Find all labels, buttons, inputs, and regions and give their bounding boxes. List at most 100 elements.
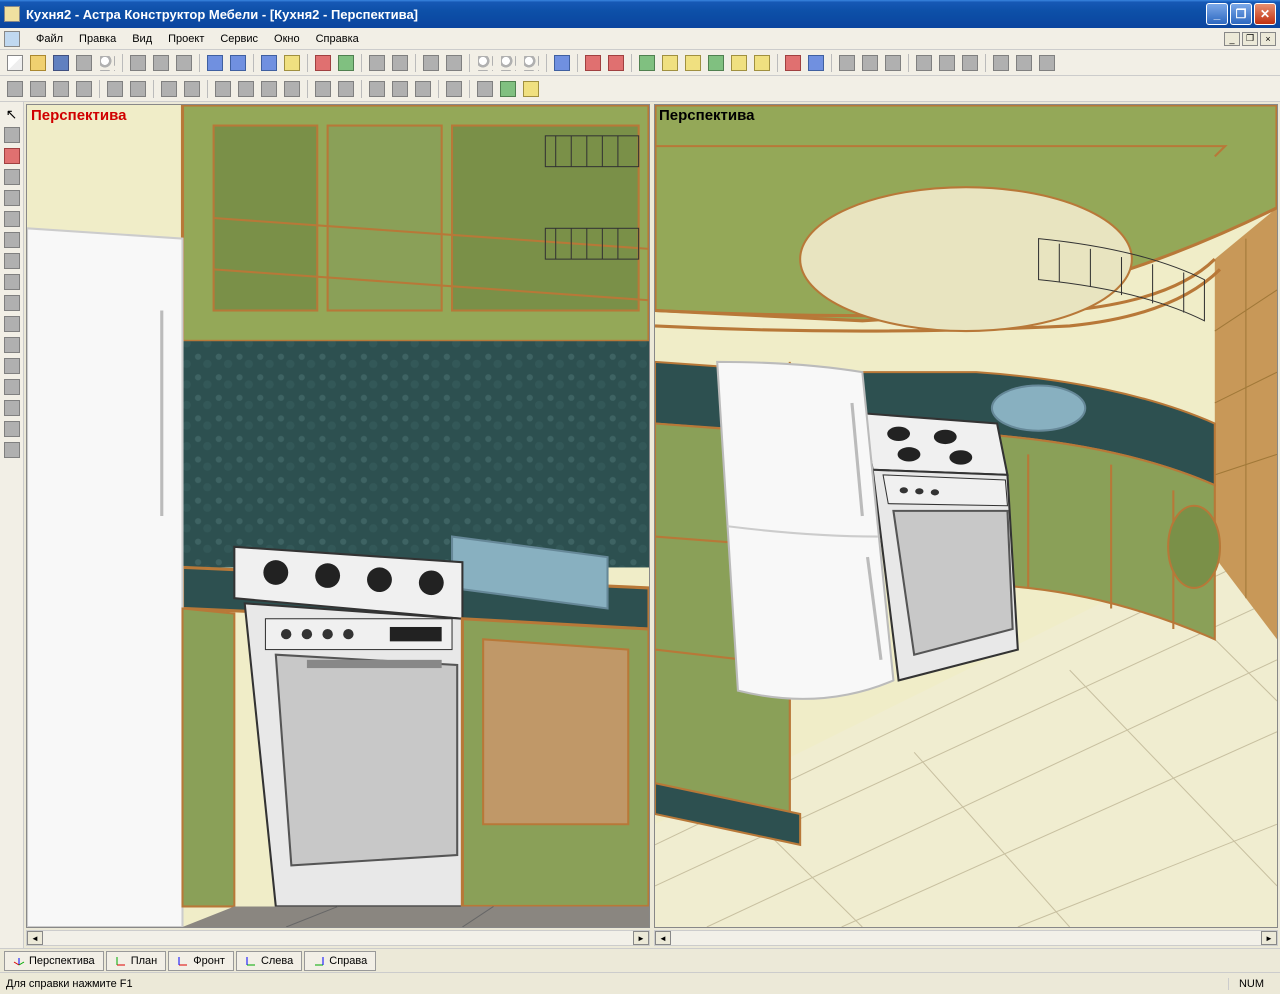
vtool-14[interactable]	[2, 377, 22, 397]
tool-button-17[interactable]	[751, 52, 773, 74]
vtool-2[interactable]	[2, 125, 22, 145]
tool-button-5[interactable]	[366, 52, 388, 74]
vtool-13[interactable]	[2, 356, 22, 376]
edit-tool-12[interactable]	[281, 78, 303, 100]
mdi-minimize-button[interactable]: _	[1224, 32, 1240, 46]
paste-button[interactable]	[173, 52, 195, 74]
tool-button-10[interactable]	[582, 52, 604, 74]
layout-button-5[interactable]	[936, 52, 958, 74]
layout-button-6[interactable]	[959, 52, 981, 74]
vtool-4[interactable]	[2, 167, 22, 187]
tool-button-8[interactable]	[443, 52, 465, 74]
tab-left[interactable]: Слева	[236, 951, 302, 971]
mdi-restore-button[interactable]: ❐	[1242, 32, 1258, 46]
document-icon[interactable]	[4, 31, 20, 47]
open-button[interactable]	[27, 52, 49, 74]
vtool-5[interactable]	[2, 188, 22, 208]
maximize-button[interactable]: ❐	[1230, 3, 1252, 25]
zoom-fit-button[interactable]	[520, 52, 542, 74]
viewport-left[interactable]: Перспектива	[26, 104, 650, 928]
vtool-7[interactable]	[2, 230, 22, 250]
new-button[interactable]	[4, 52, 26, 74]
tool-button-2[interactable]	[281, 52, 303, 74]
viewport-right[interactable]: Перспектива	[654, 104, 1278, 928]
vtool-9[interactable]	[2, 272, 22, 292]
layout-button-8[interactable]	[1013, 52, 1035, 74]
tool-button-16[interactable]	[728, 52, 750, 74]
menu-file[interactable]: Файл	[28, 30, 71, 48]
layout-button-3[interactable]	[882, 52, 904, 74]
cut-button[interactable]	[127, 52, 149, 74]
menu-window[interactable]: Окно	[266, 30, 308, 48]
vtool-15[interactable]	[2, 398, 22, 418]
tab-front[interactable]: Фронт	[168, 951, 234, 971]
tab-plan[interactable]: План	[106, 951, 167, 971]
save-button[interactable]	[50, 52, 72, 74]
redo-button[interactable]	[227, 52, 249, 74]
edit-tool-6[interactable]	[127, 78, 149, 100]
tool-button-18[interactable]	[782, 52, 804, 74]
undo-button[interactable]	[204, 52, 226, 74]
layout-button-7[interactable]	[990, 52, 1012, 74]
menu-edit[interactable]: Правка	[71, 30, 124, 48]
preview-button[interactable]	[96, 52, 118, 74]
scroll-right-button[interactable]: ►	[633, 931, 649, 945]
render-tool-1[interactable]	[366, 78, 388, 100]
layout-button-4[interactable]	[913, 52, 935, 74]
tool-button-7[interactable]	[420, 52, 442, 74]
tab-right[interactable]: Справа	[304, 951, 376, 971]
render-tool-3[interactable]	[412, 78, 434, 100]
tool-button-1[interactable]	[258, 52, 280, 74]
edit-tool-11[interactable]	[258, 78, 280, 100]
menu-view[interactable]: Вид	[124, 30, 160, 48]
render-tool-4[interactable]	[443, 78, 465, 100]
menu-project[interactable]: Проект	[160, 30, 212, 48]
vtool-11[interactable]	[2, 314, 22, 334]
edit-tool-1[interactable]	[4, 78, 26, 100]
tool-button-19[interactable]	[805, 52, 827, 74]
tool-button-4[interactable]	[335, 52, 357, 74]
edit-tool-5[interactable]	[104, 78, 126, 100]
hscroll-right[interactable]: ◄ ►	[654, 930, 1278, 946]
scroll-right-button[interactable]: ►	[1261, 931, 1277, 945]
tool-button-6[interactable]	[389, 52, 411, 74]
edit-tool-14[interactable]	[335, 78, 357, 100]
vtool-10[interactable]	[2, 293, 22, 313]
tool-button-11[interactable]	[605, 52, 627, 74]
minimize-button[interactable]: _	[1206, 3, 1228, 25]
zoom-out-button[interactable]	[497, 52, 519, 74]
layout-button-2[interactable]	[859, 52, 881, 74]
render-tool-5[interactable]	[474, 78, 496, 100]
tab-perspective[interactable]: Перспектива	[4, 951, 104, 971]
edit-tool-8[interactable]	[181, 78, 203, 100]
vtool-6[interactable]	[2, 209, 22, 229]
tool-button-9[interactable]	[551, 52, 573, 74]
vtool-12[interactable]	[2, 335, 22, 355]
scroll-track[interactable]	[671, 931, 1261, 945]
render-tool-6[interactable]	[497, 78, 519, 100]
close-button[interactable]: ✕	[1254, 3, 1276, 25]
tool-button-3[interactable]	[312, 52, 334, 74]
copy-button[interactable]	[150, 52, 172, 74]
layout-button-1[interactable]	[836, 52, 858, 74]
edit-tool-7[interactable]	[158, 78, 180, 100]
edit-tool-10[interactable]	[235, 78, 257, 100]
edit-tool-9[interactable]	[212, 78, 234, 100]
menu-help[interactable]: Справка	[308, 30, 367, 48]
vtool-8[interactable]	[2, 251, 22, 271]
edit-tool-13[interactable]	[312, 78, 334, 100]
tool-button-13[interactable]	[659, 52, 681, 74]
select-tool[interactable]: ↖	[2, 104, 22, 124]
edit-tool-4[interactable]	[73, 78, 95, 100]
scroll-track[interactable]	[43, 931, 633, 945]
vtool-17[interactable]	[2, 440, 22, 460]
hscroll-left[interactable]: ◄ ►	[26, 930, 650, 946]
scroll-left-button[interactable]: ◄	[655, 931, 671, 945]
vtool-16[interactable]	[2, 419, 22, 439]
render-tool-2[interactable]	[389, 78, 411, 100]
render-tool-7[interactable]	[520, 78, 542, 100]
layout-button-9[interactable]	[1036, 52, 1058, 74]
tool-button-12[interactable]	[636, 52, 658, 74]
vtool-3[interactable]	[2, 146, 22, 166]
tool-button-15[interactable]	[705, 52, 727, 74]
